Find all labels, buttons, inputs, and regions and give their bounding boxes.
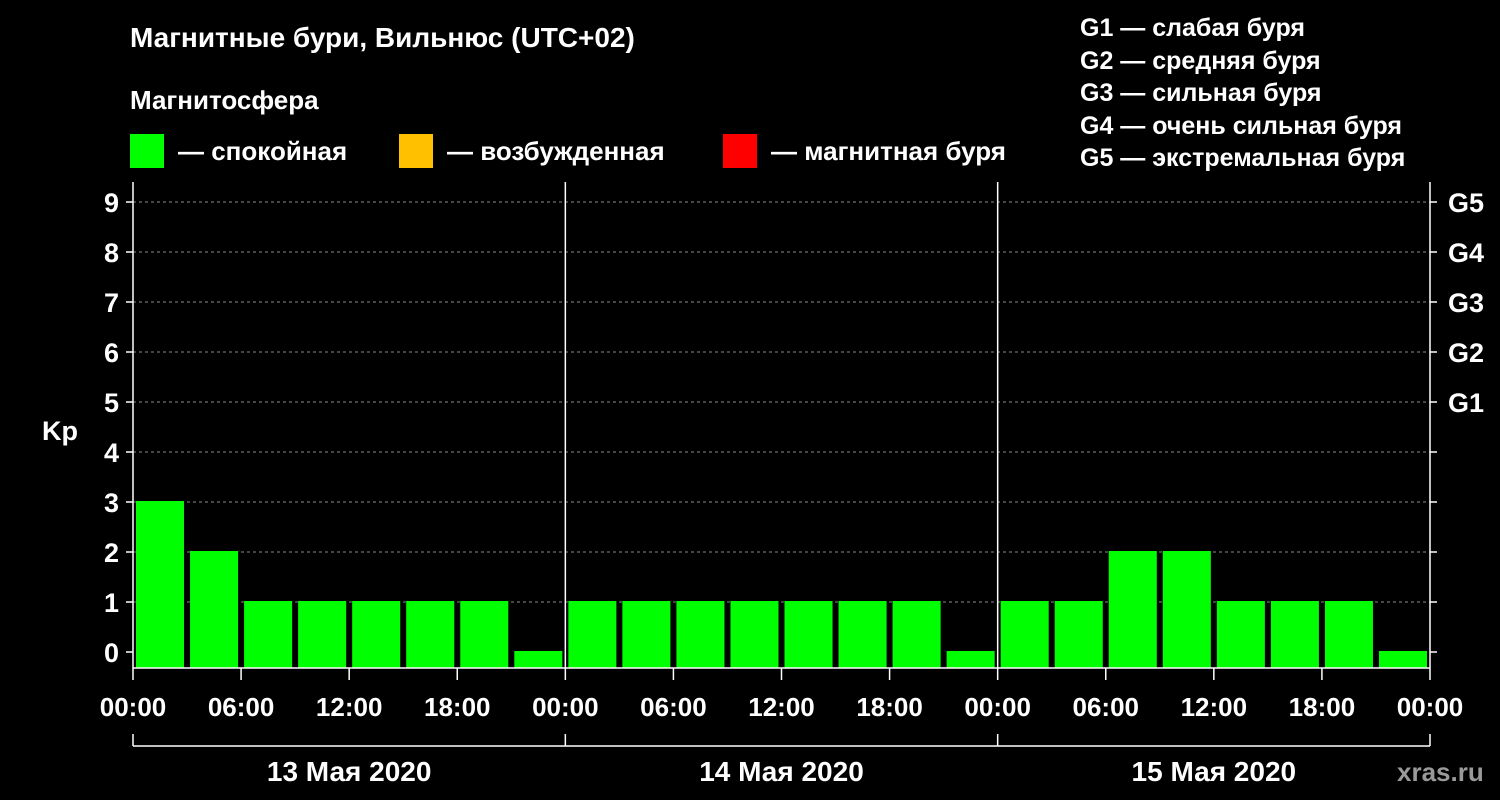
kp-bar-18 — [1108, 551, 1157, 668]
g-label-g2: G2 — [1448, 338, 1484, 368]
watermark: xras.ru — [1397, 757, 1484, 787]
g-label-g5: G5 — [1448, 188, 1484, 218]
y-tick-label-2: 2 — [104, 538, 119, 568]
y-tick-label-3: 3 — [104, 488, 119, 518]
x-tick-label-9: 06:00 — [1073, 692, 1140, 722]
x-tick-label-11: 18:00 — [1289, 692, 1356, 722]
g-label-g3: G3 — [1448, 288, 1484, 318]
day-label-0: 13 Мая 2020 — [267, 756, 432, 787]
kp-bar-15 — [946, 651, 995, 668]
y-tick-label-1: 1 — [104, 588, 119, 618]
x-tick-label-4: 00:00 — [532, 692, 599, 722]
y-tick-label-0: 0 — [104, 638, 119, 668]
kp-bar-7 — [514, 651, 563, 668]
kp-bar-21 — [1270, 601, 1319, 668]
y-tick-label-4: 4 — [104, 438, 119, 468]
kp-bar-4 — [352, 601, 401, 668]
x-tick-label-2: 12:00 — [316, 692, 383, 722]
day-label-2: 15 Мая 2020 — [1132, 756, 1297, 787]
x-tick-label-5: 06:00 — [640, 692, 707, 722]
kp-bar-22 — [1324, 601, 1373, 668]
g-label-g4: G4 — [1448, 238, 1484, 268]
x-tick-label-12: 00:00 — [1397, 692, 1464, 722]
x-tick-label-1: 06:00 — [208, 692, 275, 722]
kp-chart: 0 1 2 3 4 5 6 7 8 9 G1 G2 G3 G4 G5 Kp 00:00 06:00 12:00 18:… — [42, 182, 1484, 787]
y-tick-label-7: 7 — [104, 288, 119, 318]
kp-bar-13 — [838, 601, 887, 668]
y-tick-label-9: 9 — [104, 188, 119, 218]
x-tick-label-8: 00:00 — [964, 692, 1031, 722]
x-tick-label-3: 18:00 — [424, 692, 491, 722]
kp-bar-12 — [784, 601, 833, 668]
kp-bar-6 — [460, 601, 509, 668]
kp-bar-9 — [622, 601, 671, 668]
kp-bar-14 — [892, 601, 941, 668]
x-tick-label-6: 12:00 — [748, 692, 815, 722]
kp-bar-1 — [190, 551, 239, 668]
y-tick-label-5: 5 — [104, 388, 119, 418]
kp-bar-17 — [1054, 601, 1103, 668]
kp-bar-0 — [136, 501, 185, 668]
y-tick-label-8: 8 — [104, 238, 119, 268]
y-axis-label: Kp — [42, 416, 78, 446]
kp-bar-8 — [568, 601, 617, 668]
x-tick-label-0: 00:00 — [100, 692, 167, 722]
kp-bar-20 — [1216, 601, 1265, 668]
kp-bar-11 — [730, 601, 779, 668]
kp-bar-16 — [1000, 601, 1049, 668]
kp-bar-5 — [406, 601, 455, 668]
kp-bar-23 — [1378, 651, 1427, 668]
y-tick-label-6: 6 — [104, 338, 119, 368]
g-label-g1: G1 — [1448, 388, 1484, 418]
x-tick-label-10: 12:00 — [1181, 692, 1248, 722]
day-label-1: 14 Мая 2020 — [699, 756, 864, 787]
kp-bar-2 — [244, 601, 293, 668]
kp-bar-19 — [1162, 551, 1211, 668]
kp-bar-3 — [298, 601, 347, 668]
x-tick-label-7: 18:00 — [856, 692, 923, 722]
kp-bar-10 — [676, 601, 725, 668]
